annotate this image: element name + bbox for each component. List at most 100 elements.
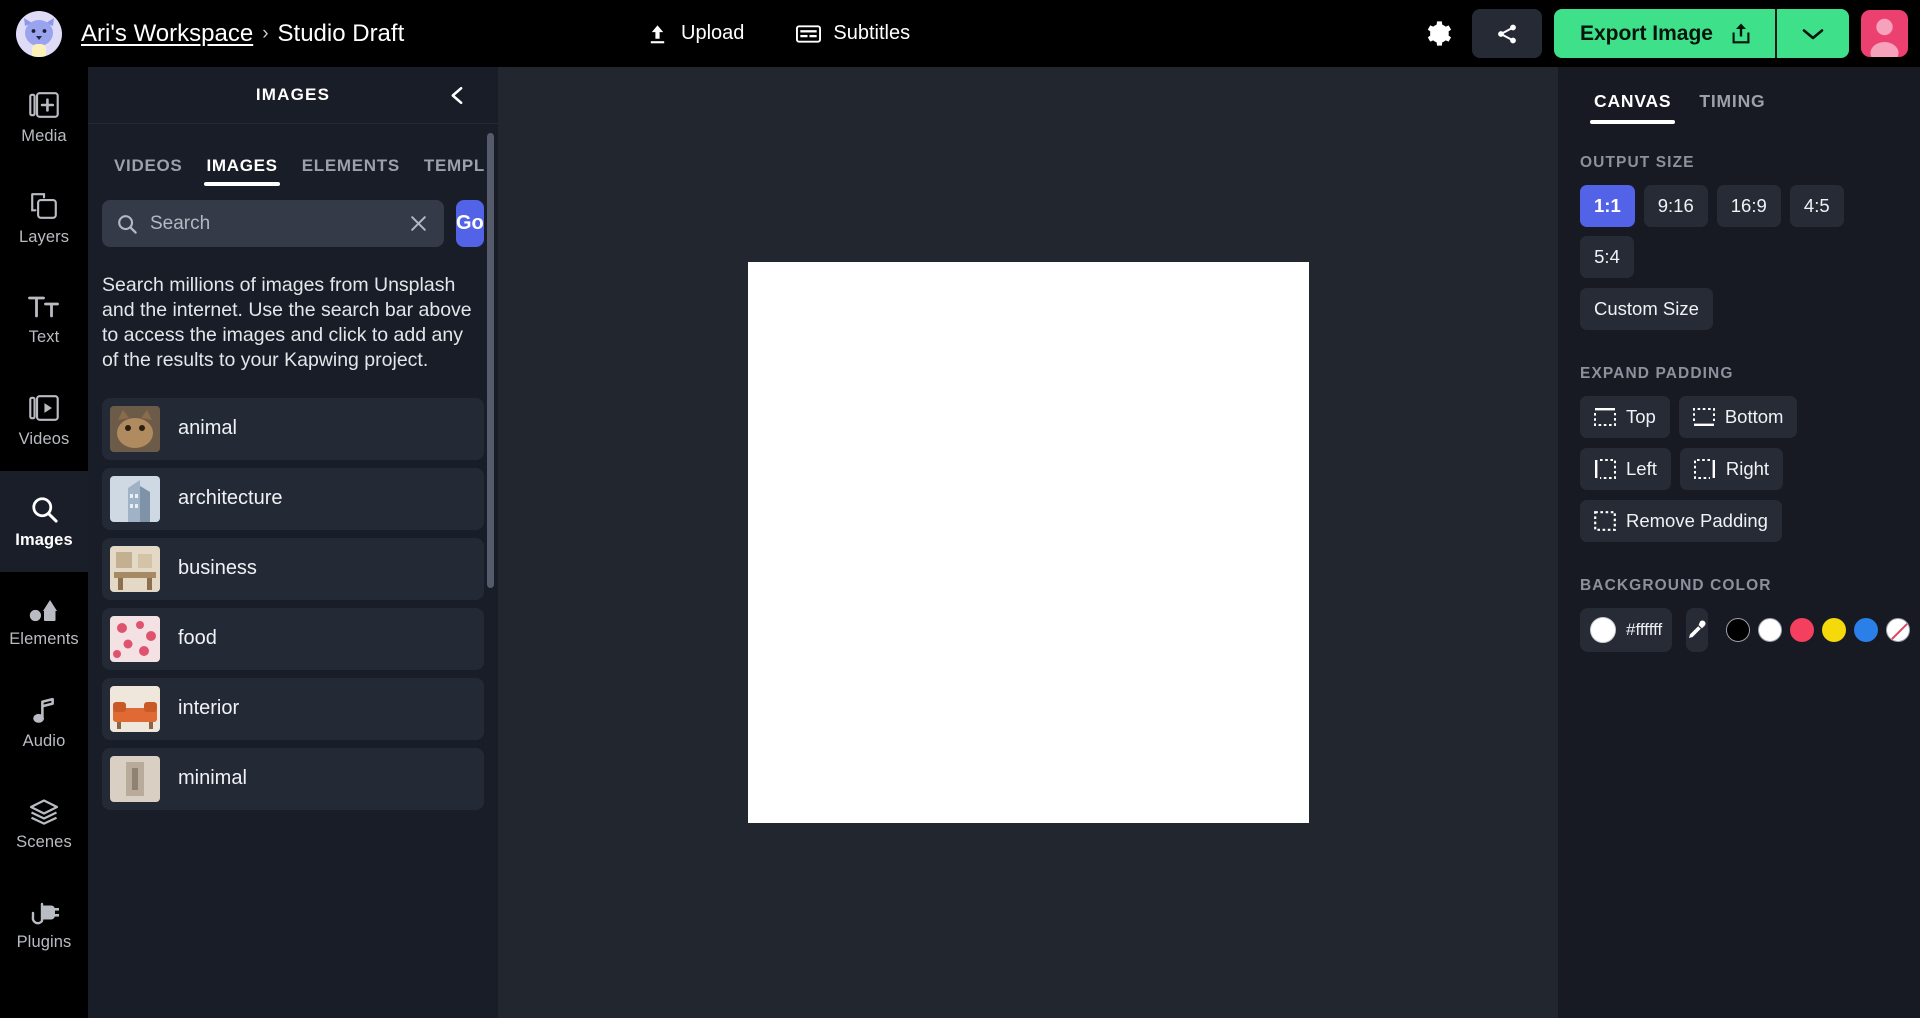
tab-canvas[interactable]: CANVAS bbox=[1580, 81, 1685, 124]
swatch-transparent[interactable] bbox=[1886, 618, 1911, 642]
pad-left-icon bbox=[1595, 459, 1616, 479]
shapes-icon bbox=[29, 600, 57, 622]
tab-videos[interactable]: VIDEOS bbox=[102, 156, 194, 186]
swatch-yellow[interactable] bbox=[1822, 618, 1847, 642]
food-thumb bbox=[110, 615, 160, 662]
panel-description: Search millions of images from Unsplash … bbox=[102, 274, 472, 372]
top-bar: Ari's Workspace › Studio Draft Upload Su… bbox=[0, 0, 1920, 67]
sidebar-item-label: Layers bbox=[18, 228, 70, 247]
color-hex-value: #ffffff bbox=[1626, 620, 1663, 639]
collapse-panel-button[interactable] bbox=[440, 78, 474, 112]
tab-elements[interactable]: ELEMENTS bbox=[290, 156, 412, 186]
left-rail: Media Layers Text Videos Images Elements… bbox=[0, 67, 88, 1018]
sidebar-item-elements[interactable]: Elements bbox=[0, 572, 88, 673]
panel-scrollbar[interactable] bbox=[487, 133, 494, 588]
settings-button[interactable] bbox=[1412, 8, 1464, 60]
sidebar-item-label: Scenes bbox=[16, 833, 72, 852]
list-item[interactable]: animal bbox=[102, 397, 484, 460]
business-thumb bbox=[110, 545, 160, 592]
pad-right-button[interactable]: Right bbox=[1679, 448, 1784, 490]
pad-bottom-button[interactable]: Bottom bbox=[1678, 396, 1798, 438]
pad-top-button[interactable]: Top bbox=[1580, 396, 1670, 438]
custom-size-row: Custom Size bbox=[1580, 288, 1900, 330]
swatch-blue[interactable] bbox=[1854, 618, 1879, 642]
sidebar-item-videos[interactable]: Videos bbox=[0, 370, 88, 471]
custom-size-button[interactable]: Custom Size bbox=[1580, 288, 1713, 330]
subtitles-button[interactable]: Subtitles bbox=[790, 12, 916, 56]
padding-row-2: Left Right bbox=[1580, 448, 1900, 490]
export-group: Export Image bbox=[1553, 9, 1849, 58]
pad-left-button[interactable]: Left bbox=[1580, 448, 1671, 490]
sidebar-item-audio[interactable]: Audio bbox=[0, 673, 88, 774]
clear-search-button[interactable] bbox=[407, 212, 430, 235]
list-item[interactable]: minimal bbox=[102, 747, 484, 810]
cat-avatar-icon bbox=[24, 17, 54, 57]
tab-timing[interactable]: TIMING bbox=[1685, 81, 1779, 124]
workspace-avatar[interactable] bbox=[16, 10, 62, 57]
sidebar-item-layers[interactable]: Layers bbox=[0, 168, 88, 269]
sidebar-item-label: Videos bbox=[18, 430, 70, 449]
ratio-4-5[interactable]: 4:5 bbox=[1789, 185, 1844, 227]
ratio-9-16[interactable]: 9:16 bbox=[1643, 185, 1708, 227]
search-box[interactable] bbox=[102, 200, 444, 247]
export-image-button[interactable]: Export Image bbox=[1553, 9, 1775, 58]
panel-tabs: VIDEOS IMAGES ELEMENTS TEMPL bbox=[88, 124, 498, 186]
remove-padding-button[interactable]: Remove Padding bbox=[1580, 500, 1782, 542]
breadcrumb: Ari's Workspace › Studio Draft bbox=[81, 20, 404, 48]
background-color-title: BACKGROUND COLOR bbox=[1580, 577, 1772, 594]
architecture-thumb bbox=[110, 475, 160, 522]
pad-bottom-icon bbox=[1692, 408, 1715, 426]
food-thumb-art bbox=[110, 615, 160, 662]
project-title[interactable]: Studio Draft bbox=[278, 20, 405, 48]
sidebar-item-plugins[interactable]: Plugins bbox=[0, 875, 88, 976]
category-label: animal bbox=[178, 417, 237, 440]
sidebar-item-scenes[interactable]: Scenes bbox=[0, 774, 88, 875]
workspace-link[interactable]: Ari's Workspace bbox=[81, 20, 253, 48]
music-note-icon bbox=[33, 698, 54, 723]
chevron-down-icon bbox=[1802, 28, 1824, 39]
upload-button[interactable]: Upload bbox=[640, 12, 750, 56]
search-go-button[interactable]: Go bbox=[456, 200, 484, 247]
sidebar-item-label: Text bbox=[28, 328, 60, 347]
share-export-icon bbox=[1732, 23, 1750, 44]
sidebar-item-text[interactable]: Text bbox=[0, 269, 88, 370]
ratio-1-1[interactable]: 1:1 bbox=[1580, 185, 1635, 227]
pad-right-label: Right bbox=[1725, 458, 1770, 479]
media-add-icon bbox=[29, 92, 59, 119]
swatch-black[interactable] bbox=[1726, 618, 1751, 642]
app-body: Media Layers Text Videos Images Elements… bbox=[0, 67, 1920, 1018]
minimal-thumb bbox=[110, 755, 160, 802]
background-color-field[interactable]: #ffffff bbox=[1580, 608, 1673, 652]
inspector-tabs: CANVAS TIMING bbox=[1558, 67, 1920, 124]
top-actions: Upload Subtitles bbox=[640, 0, 916, 67]
sidebar-item-label: Images bbox=[15, 530, 73, 549]
tab-templates[interactable]: TEMPL bbox=[412, 156, 497, 186]
tab-images[interactable]: IMAGES bbox=[194, 156, 289, 186]
ratio-5-4[interactable]: 5:4 bbox=[1580, 236, 1634, 278]
color-preview-dot bbox=[1590, 617, 1616, 643]
panel-header: IMAGES bbox=[88, 67, 498, 124]
canvas-surface[interactable] bbox=[747, 262, 1309, 823]
chevron-left-icon bbox=[451, 86, 462, 104]
canvas-stage[interactable] bbox=[498, 67, 1558, 1018]
sidebar-item-images[interactable]: Images bbox=[0, 471, 88, 572]
list-item[interactable]: food bbox=[102, 607, 484, 670]
stack-icon bbox=[29, 799, 59, 825]
sidebar-item-media[interactable]: Media bbox=[0, 67, 88, 168]
ratio-16-9[interactable]: 16:9 bbox=[1716, 185, 1781, 227]
export-options-button[interactable] bbox=[1775, 9, 1849, 58]
swatch-red[interactable] bbox=[1790, 618, 1815, 642]
search-input[interactable] bbox=[150, 212, 395, 235]
video-icon bbox=[29, 395, 59, 422]
business-thumb-art bbox=[110, 545, 160, 592]
share-button[interactable] bbox=[1471, 9, 1542, 58]
list-item[interactable]: architecture bbox=[102, 467, 484, 530]
list-item[interactable]: interior bbox=[102, 677, 484, 740]
sidebar-item-label: Elements bbox=[9, 630, 79, 649]
list-item[interactable]: business bbox=[102, 537, 484, 600]
eyedropper-button[interactable] bbox=[1686, 608, 1709, 652]
user-avatar[interactable] bbox=[1861, 10, 1908, 57]
swatch-white[interactable] bbox=[1758, 618, 1783, 642]
image-category-list: animal architecture business food interi… bbox=[88, 374, 498, 810]
pad-left-label: Left bbox=[1626, 458, 1657, 479]
